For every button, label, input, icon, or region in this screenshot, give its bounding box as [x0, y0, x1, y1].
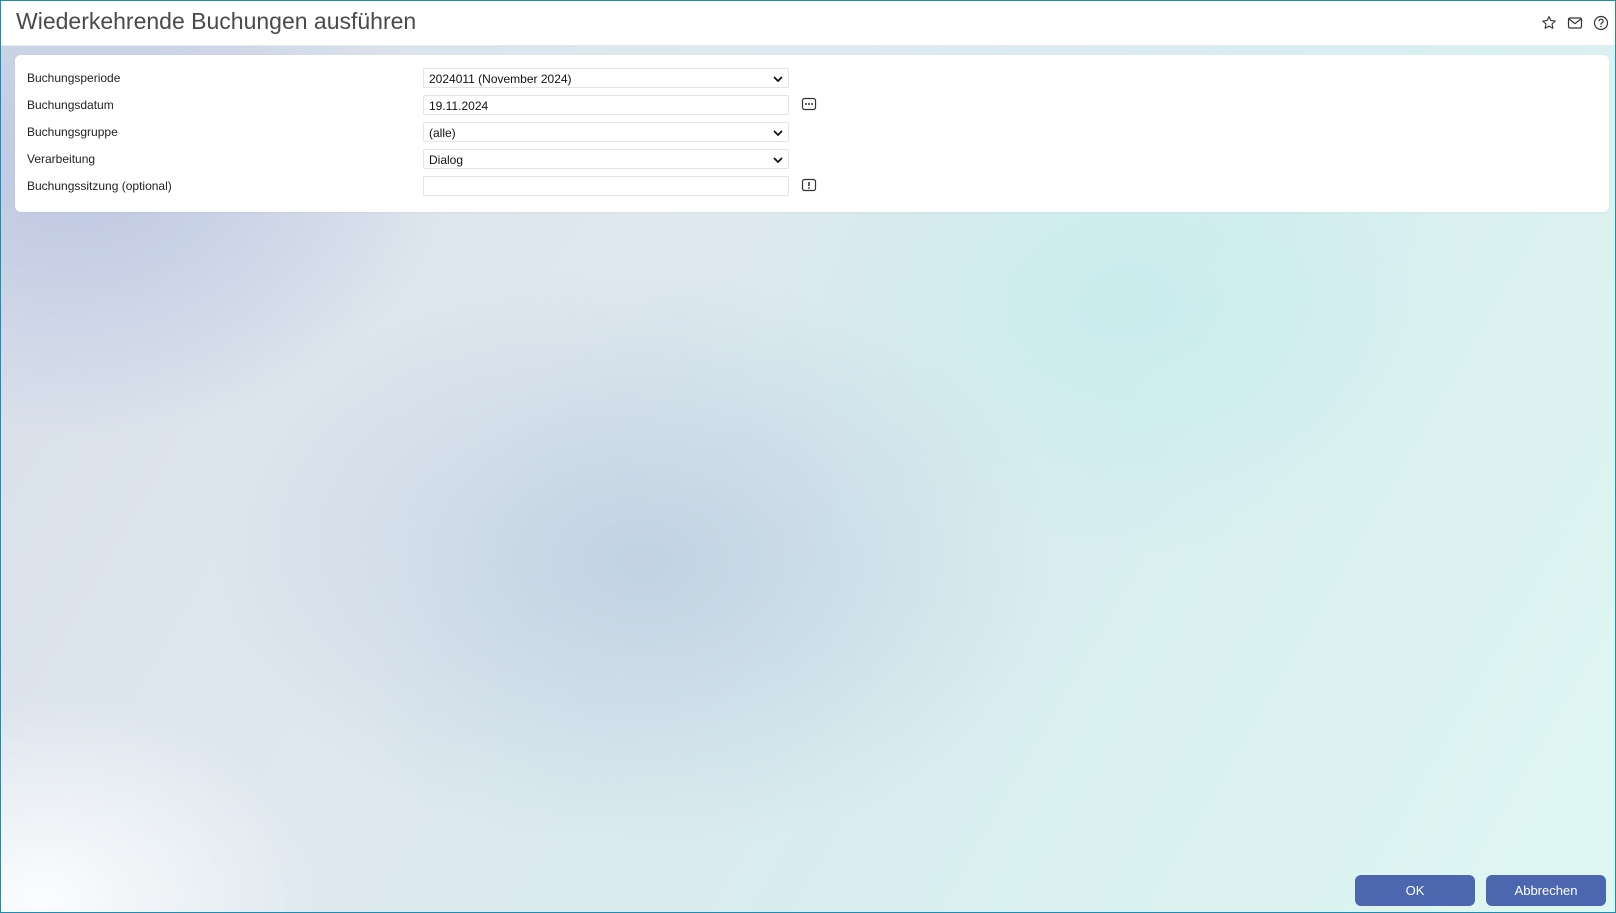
mail-icon[interactable]: [1565, 13, 1585, 33]
chevron-down-icon: [773, 76, 783, 83]
title-bar: Wiederkehrende Buchungen ausführen: [1, 1, 1615, 46]
buchungsperiode-select[interactable]: 2024011 (November 2024): [423, 68, 789, 88]
buchungsdatum-value: 19.11.2024: [429, 99, 489, 113]
row-verarbeitung: Verarbeitung Dialog: [15, 147, 1609, 173]
date-picker-icon[interactable]: [801, 96, 817, 112]
buchungsgruppe-value: (alle): [429, 126, 456, 140]
buchungssitzung-input[interactable]: [423, 176, 789, 196]
row-buchungsperiode: Buchungsperiode 2024011 (November 2024): [15, 66, 1609, 92]
row-buchungsdatum: Buchungsdatum 19.11.2024: [15, 93, 1609, 119]
verarbeitung-value: Dialog: [429, 153, 464, 167]
buchungsperiode-value: 2024011 (November 2024): [429, 72, 572, 86]
chevron-down-icon: [773, 157, 783, 164]
verarbeitung-label: Verarbeitung: [27, 152, 96, 166]
cancel-button[interactable]: Abbrechen: [1486, 875, 1606, 906]
form-panel: Buchungsperiode 2024011 (November 2024) …: [15, 55, 1609, 212]
buchungsgruppe-select[interactable]: (alle): [423, 122, 789, 142]
chevron-down-icon: [773, 130, 783, 137]
page-title: Wiederkehrende Buchungen ausführen: [16, 8, 417, 34]
row-buchungsgruppe: Buchungsgruppe (alle): [15, 120, 1609, 146]
row-buchungssitzung: Buchungssitzung (optional): [15, 174, 1609, 200]
dialog-window: Wiederkehrende Buchungen ausführen Buchu…: [0, 0, 1616, 913]
buchungsperiode-label: Buchungsperiode: [27, 71, 121, 85]
alert-icon[interactable]: [801, 177, 817, 193]
help-icon[interactable]: [1591, 13, 1611, 33]
buchungsdatum-label: Buchungsdatum: [27, 98, 114, 112]
verarbeitung-select[interactable]: Dialog: [423, 149, 789, 169]
buchungsdatum-input[interactable]: 19.11.2024: [423, 95, 789, 115]
star-icon[interactable]: [1539, 13, 1559, 33]
buchungsgruppe-label: Buchungsgruppe: [27, 125, 118, 139]
title-actions: [1539, 13, 1611, 33]
ok-button[interactable]: OK: [1355, 875, 1475, 906]
buchungssitzung-label: Buchungssitzung (optional): [27, 179, 172, 193]
